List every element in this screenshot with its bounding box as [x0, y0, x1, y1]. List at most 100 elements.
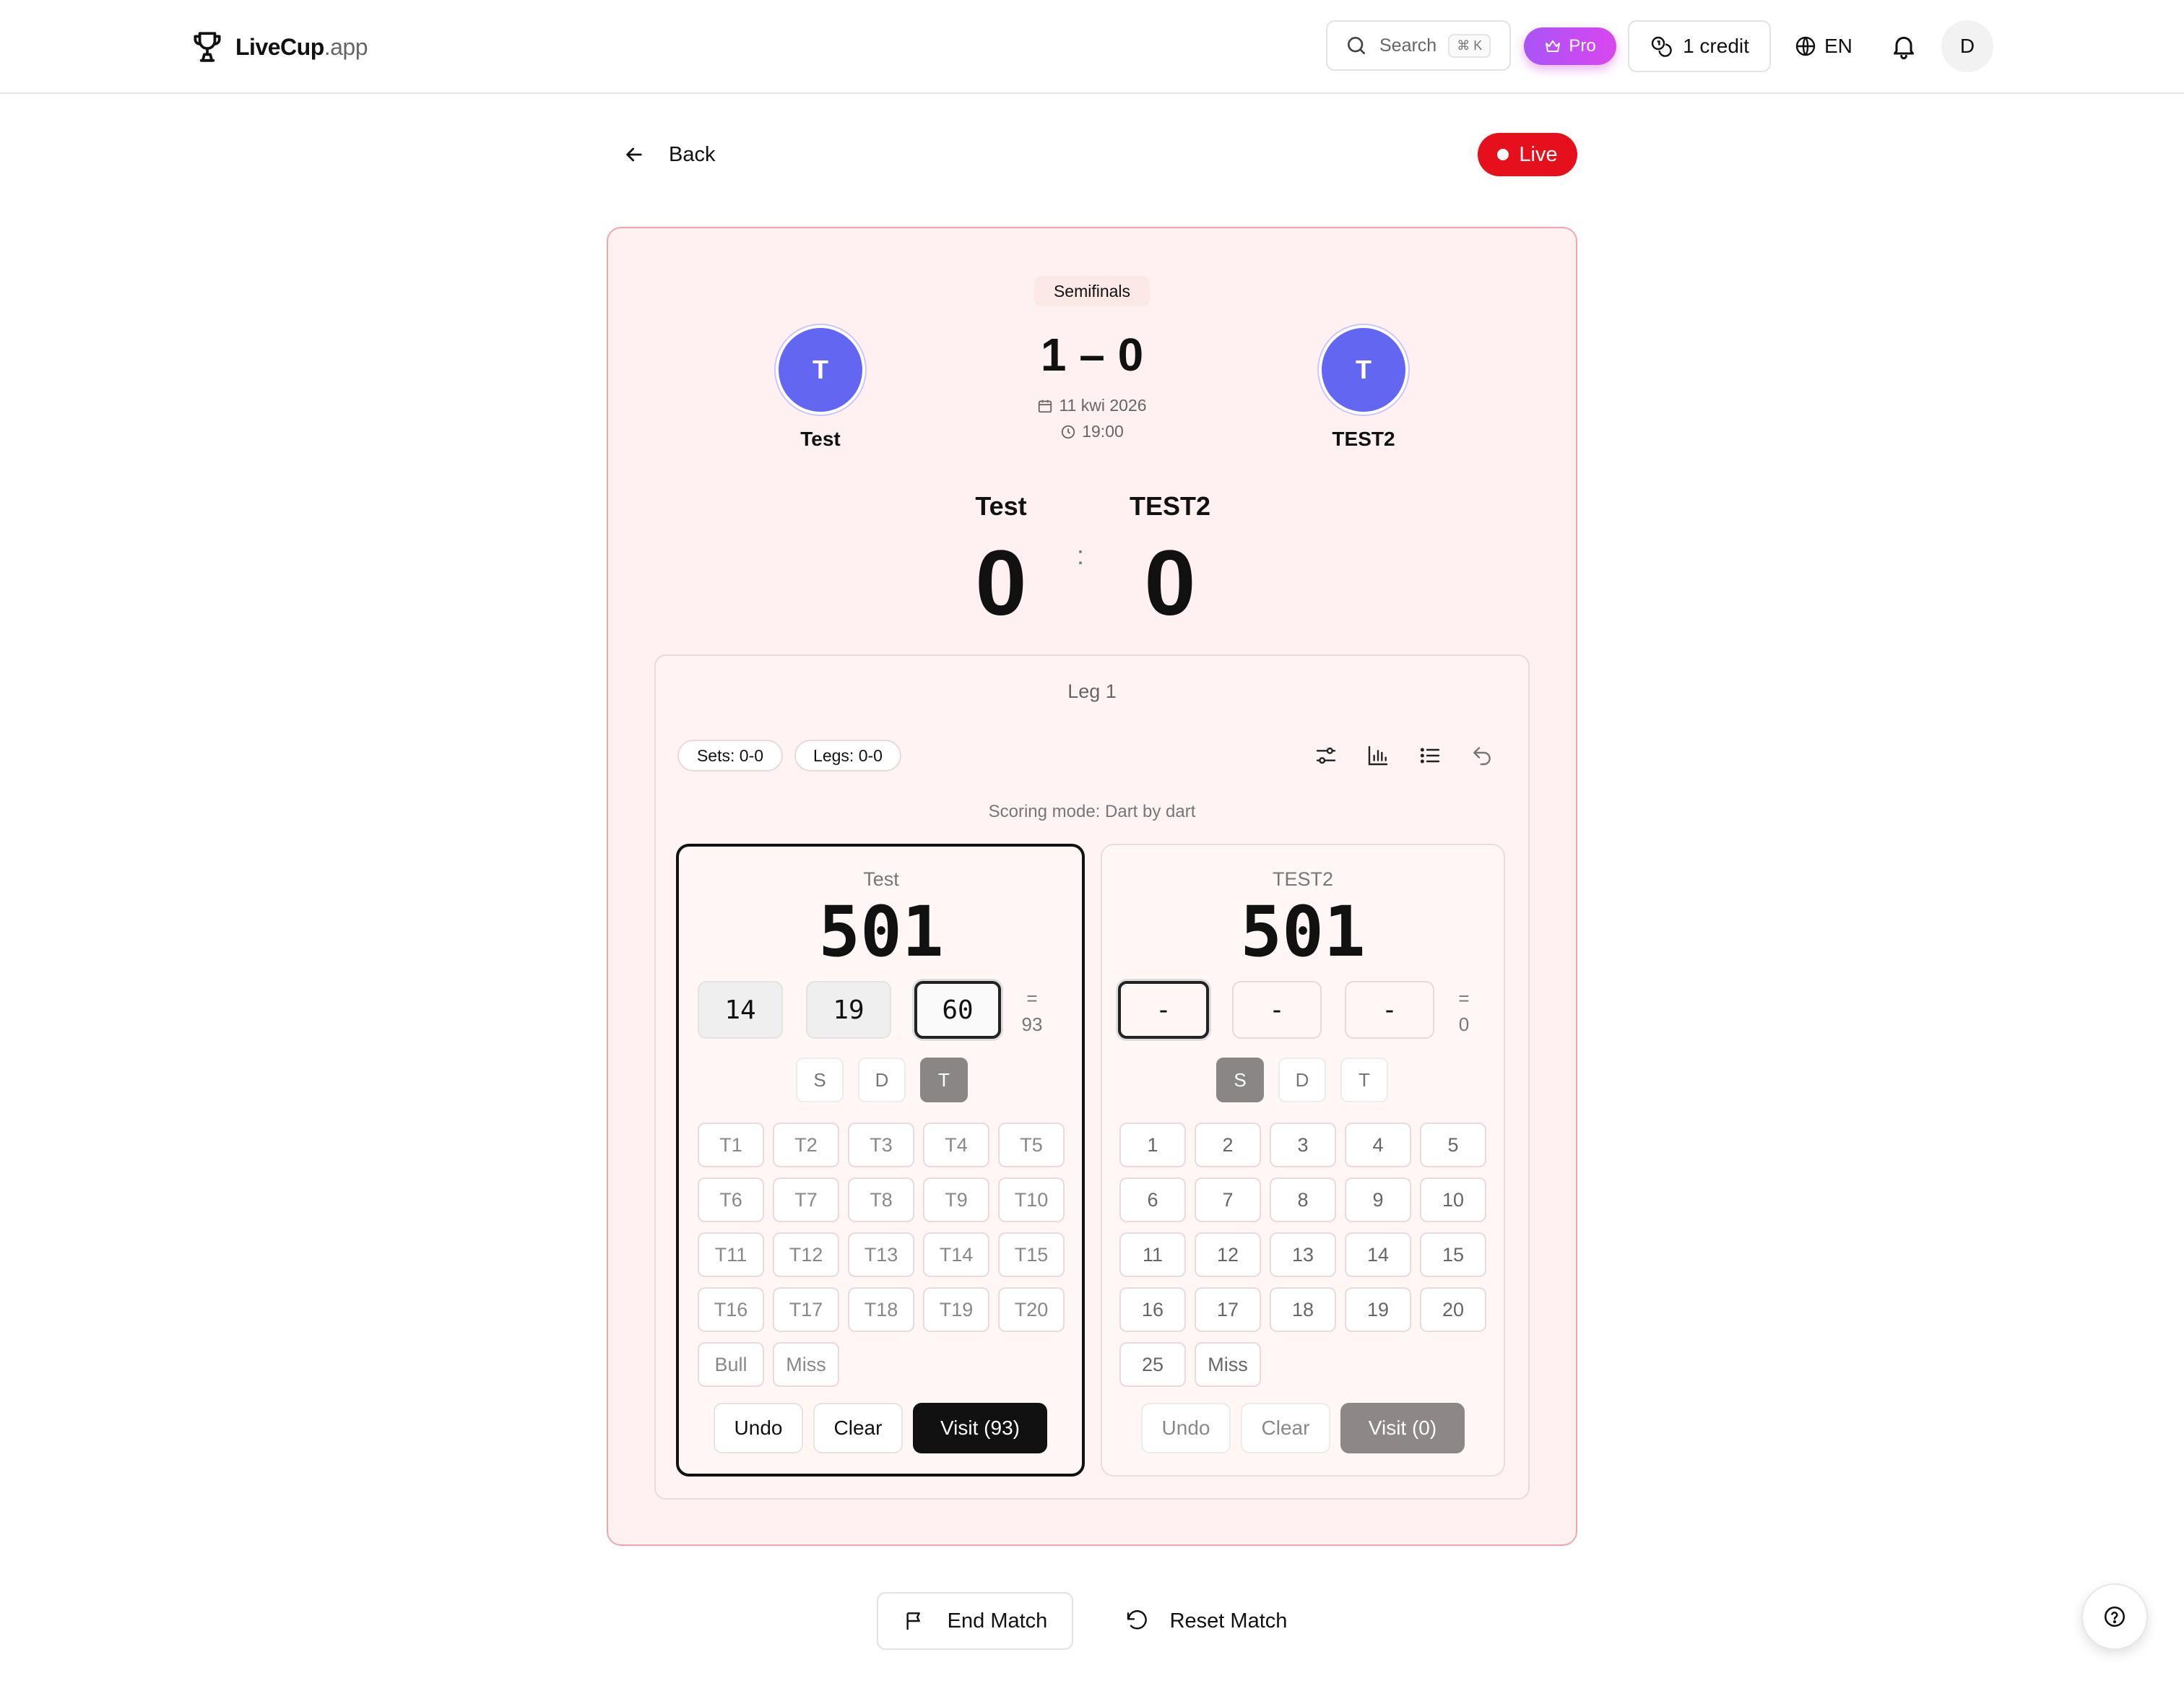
- coins-icon: [1651, 36, 1672, 57]
- reset-match-button[interactable]: Reset Match: [1108, 1592, 1304, 1650]
- end-match-button[interactable]: End Match: [877, 1592, 1073, 1650]
- brand-logo[interactable]: LiveCup.app: [189, 26, 368, 68]
- away-score-key[interactable]: 13: [1270, 1232, 1336, 1277]
- home-dart-2[interactable]: 19: [806, 981, 891, 1039]
- top-navbar: LiveCup.app Search ⌘ K Pro 1 credit EN D: [0, 0, 2184, 94]
- home-score-key[interactable]: T7: [773, 1177, 839, 1222]
- away-score-key[interactable]: 12: [1195, 1232, 1261, 1277]
- away-score-key[interactable]: 16: [1119, 1287, 1186, 1332]
- away-score-key[interactable]: Miss: [1195, 1342, 1261, 1387]
- away-clear-button[interactable]: Clear: [1241, 1403, 1330, 1453]
- away-score-key[interactable]: 11: [1119, 1232, 1186, 1277]
- pro-button[interactable]: Pro: [1524, 27, 1616, 65]
- home-team-avatar: T: [776, 325, 865, 415]
- history-tool-button[interactable]: [1416, 741, 1444, 770]
- home-score-key[interactable]: T14: [923, 1232, 989, 1277]
- search-shortcut: ⌘ K: [1448, 33, 1491, 58]
- away-score-key[interactable]: 14: [1345, 1232, 1411, 1277]
- home-score-key[interactable]: T13: [848, 1232, 914, 1277]
- back-label: Back: [669, 142, 716, 166]
- bell-icon[interactable]: [1889, 32, 1918, 61]
- away-score-key[interactable]: 10: [1420, 1177, 1486, 1222]
- end-match-label: End Match: [947, 1609, 1048, 1633]
- away-remaining-score: 501: [1240, 891, 1366, 972]
- away-score-key[interactable]: 7: [1195, 1177, 1261, 1222]
- home-score-key[interactable]: T1: [698, 1123, 764, 1167]
- match-date-text: 11 kwi 2026: [1059, 396, 1147, 415]
- home-score-key[interactable]: T8: [848, 1177, 914, 1222]
- away-multiplier-double[interactable]: D: [1278, 1058, 1326, 1102]
- user-avatar[interactable]: D: [1941, 20, 1993, 72]
- home-multiplier-single[interactable]: S: [796, 1058, 844, 1102]
- back-button[interactable]: Back: [623, 136, 715, 173]
- away-score-key[interactable]: 25: [1119, 1342, 1186, 1387]
- home-undo-button[interactable]: Undo: [714, 1403, 803, 1453]
- away-score-key[interactable]: 20: [1420, 1287, 1486, 1332]
- home-score-key[interactable]: T9: [923, 1177, 989, 1222]
- live-dot-icon: [1497, 149, 1509, 160]
- home-score-key[interactable]: T16: [698, 1287, 764, 1332]
- home-score-key[interactable]: T18: [848, 1287, 914, 1332]
- language-switcher[interactable]: EN: [1794, 26, 1852, 66]
- scoring-mode: Scoring mode: Dart by dart: [988, 802, 1196, 821]
- stats-tool-button[interactable]: [1364, 741, 1392, 770]
- home-score-key[interactable]: Miss: [773, 1342, 839, 1387]
- home-clear-button[interactable]: Clear: [813, 1403, 903, 1453]
- help-button[interactable]: [2081, 1583, 2148, 1650]
- home-dart-1[interactable]: 14: [698, 981, 783, 1039]
- live-away-name: TEST2: [1129, 491, 1211, 521]
- away-multiplier-triple[interactable]: T: [1340, 1058, 1388, 1102]
- home-score-key[interactable]: Bull: [698, 1342, 764, 1387]
- home-score-key[interactable]: T4: [923, 1123, 989, 1167]
- search-button[interactable]: Search ⌘ K: [1326, 20, 1511, 71]
- away-multiplier-single[interactable]: S: [1216, 1058, 1264, 1102]
- away-score-key[interactable]: 6: [1119, 1177, 1186, 1222]
- away-score-key[interactable]: 9: [1345, 1177, 1411, 1222]
- away-score-key[interactable]: 2: [1195, 1123, 1261, 1167]
- list-icon: [1420, 748, 1440, 764]
- away-undo-button[interactable]: Undo: [1141, 1403, 1231, 1453]
- live-home-name: Test: [975, 491, 1027, 521]
- live-label: Live: [1519, 142, 1558, 166]
- away-team-avatar: T: [1319, 325, 1408, 415]
- home-dart-3[interactable]: 60: [914, 981, 1001, 1039]
- away-score-key[interactable]: 19: [1345, 1287, 1411, 1332]
- undo-tool-button[interactable]: [1468, 741, 1496, 770]
- undo-icon: [1473, 747, 1491, 766]
- away-visit-total-sign: =: [1458, 987, 1470, 1009]
- home-multiplier-double[interactable]: D: [858, 1058, 906, 1102]
- away-visit-button[interactable]: Visit (0): [1340, 1403, 1465, 1453]
- away-score-key[interactable]: 8: [1270, 1177, 1336, 1222]
- home-score-key[interactable]: T12: [773, 1232, 839, 1277]
- away-dart-2[interactable]: -: [1232, 981, 1322, 1039]
- home-score-key[interactable]: T2: [773, 1123, 839, 1167]
- away-score-key[interactable]: 15: [1420, 1232, 1486, 1277]
- away-dart-3[interactable]: -: [1345, 981, 1434, 1039]
- sets-badge: Sets: 0-0: [677, 740, 783, 771]
- home-score-key[interactable]: T17: [773, 1287, 839, 1332]
- home-score-key[interactable]: T20: [998, 1287, 1065, 1332]
- home-score-key[interactable]: T5: [998, 1123, 1065, 1167]
- home-multiplier-triple[interactable]: T: [920, 1058, 968, 1102]
- home-score-key[interactable]: T3: [848, 1123, 914, 1167]
- away-score-key[interactable]: 17: [1195, 1287, 1261, 1332]
- credits-button[interactable]: 1 credit: [1628, 20, 1771, 72]
- away-score-key[interactable]: 3: [1270, 1123, 1336, 1167]
- away-score-key[interactable]: 1: [1119, 1123, 1186, 1167]
- match-date: 11 kwi 2026: [1005, 396, 1179, 415]
- away-dart-1[interactable]: -: [1118, 981, 1209, 1039]
- home-visit-button[interactable]: Visit (93): [913, 1403, 1047, 1453]
- settings-tool-button[interactable]: [1312, 741, 1340, 770]
- home-score-key[interactable]: T15: [998, 1232, 1065, 1277]
- home-score-key[interactable]: T6: [698, 1177, 764, 1222]
- live-home-score: 0: [975, 532, 1027, 635]
- away-score-key[interactable]: 5: [1420, 1123, 1486, 1167]
- reset-match-label: Reset Match: [1169, 1609, 1288, 1633]
- search-icon: [1348, 37, 1365, 54]
- home-team-name: Test: [800, 428, 841, 450]
- away-score-key[interactable]: 4: [1345, 1123, 1411, 1167]
- home-score-key[interactable]: T19: [923, 1287, 989, 1332]
- home-score-key[interactable]: T11: [698, 1232, 764, 1277]
- home-score-key[interactable]: T10: [998, 1177, 1065, 1222]
- away-score-key[interactable]: 18: [1270, 1287, 1336, 1332]
